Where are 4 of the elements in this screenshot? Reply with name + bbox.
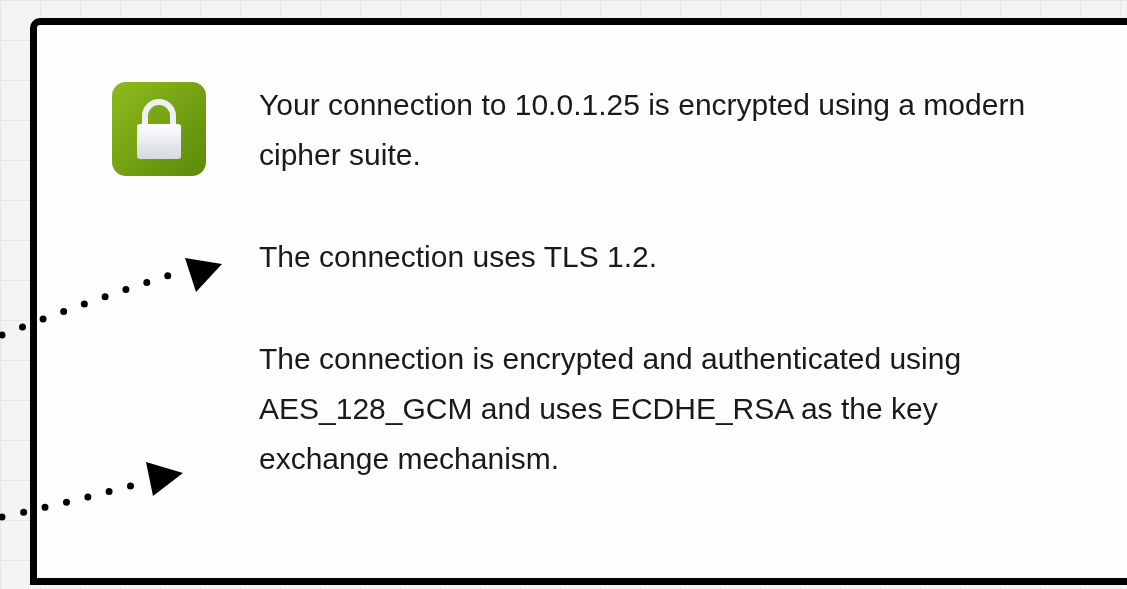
lock-icon bbox=[112, 82, 206, 176]
info-text: The connection uses TLS 1.2. bbox=[259, 239, 659, 275]
info-text: Your connection to 10.0.1.25 is encrypted using a modern cipher suite. bbox=[259, 87, 1027, 173]
info-text: The connection is encrypted and authenticated using AES_128_GCM and uses ECDHE_RSA as the key exchange mechanism. bbox=[259, 341, 963, 477]
